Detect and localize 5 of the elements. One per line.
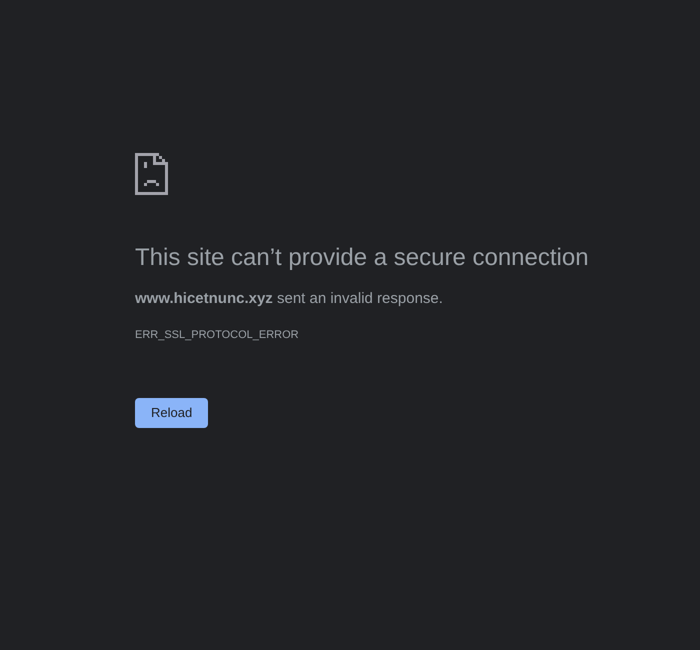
error-message: www.hicetnunc.xyz sent an invalid response. xyxy=(135,289,444,309)
error-title: This site can’t provide a secure connection xyxy=(135,243,590,273)
reload-button[interactable]: Reload xyxy=(135,398,208,428)
sad-document-icon xyxy=(135,153,168,195)
error-code: ERR_SSL_PROTOCOL_ERROR xyxy=(135,328,300,343)
